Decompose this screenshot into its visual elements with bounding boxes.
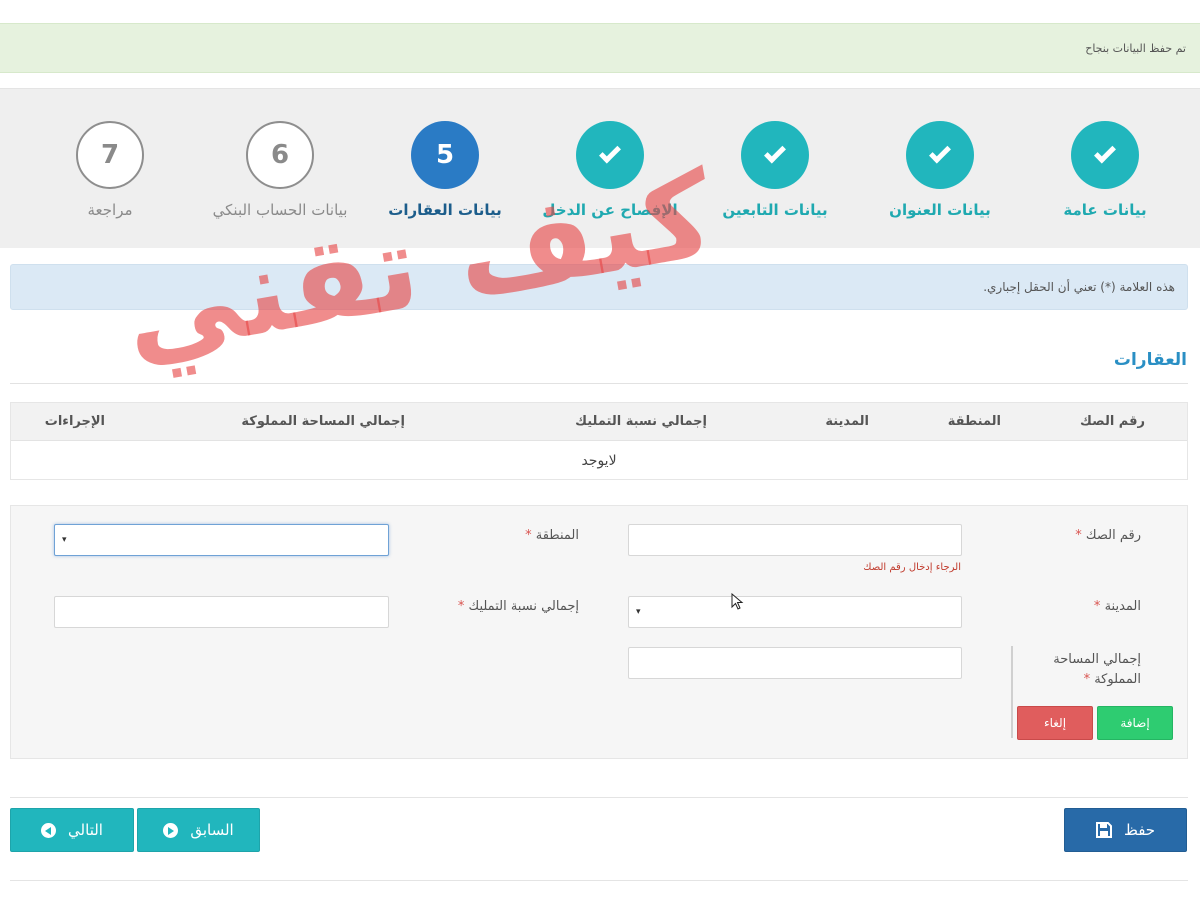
save-button-label: حفظ xyxy=(1123,821,1156,839)
step-label: بيانات الحساب البنكي xyxy=(212,201,348,219)
column-region: المنطقة xyxy=(947,414,1001,429)
owned-area-input[interactable] xyxy=(628,647,962,679)
success-alert-text: تم حفظ البيانات بنجاح xyxy=(1085,41,1186,55)
city-select[interactable]: ▾ xyxy=(628,596,962,628)
deed-number-error: الرجاء إدخال رقم الصك xyxy=(863,562,961,573)
add-button[interactable]: إضافة xyxy=(1097,706,1173,740)
dropdown-arrow-icon: ▾ xyxy=(62,535,67,545)
step-number: 7 xyxy=(76,121,144,189)
required-fields-note: هذه العلامة (*) تعني أن الحقل إجباري. xyxy=(10,264,1188,310)
dropdown-arrow-icon: ▾ xyxy=(636,607,641,617)
property-form: رقم الصك * الرجاء إدخال رقم الصك المنطقة… xyxy=(10,505,1188,759)
next-button[interactable]: التالي xyxy=(10,808,134,852)
properties-table: رقم الصك المنطقة المدينة إجمالي نسبة الت… xyxy=(10,402,1188,480)
region-label: المنطقة * xyxy=(525,528,579,543)
column-actions: الإجراءات xyxy=(44,414,105,429)
previous-button-label: السابق xyxy=(190,821,234,839)
arrow-left-icon xyxy=(41,822,57,838)
step-bank-account-data[interactable]: 6 بيانات الحساب البنكي xyxy=(195,121,365,219)
step-check-icon xyxy=(576,121,644,189)
step-label: بيانات عامة xyxy=(1063,201,1147,219)
table-empty-row: لايوجد xyxy=(581,453,617,469)
column-owned-area: إجمالي المساحة المملوكة xyxy=(241,414,405,429)
step-label: بيانات التابعين xyxy=(722,201,828,219)
section-divider xyxy=(10,383,1188,384)
step-general-data[interactable]: بيانات عامة xyxy=(1020,121,1190,219)
step-review[interactable]: 7 مراجعة xyxy=(25,121,195,219)
owned-area-label: إجمالي المساحة المملوكة * xyxy=(1053,652,1141,687)
city-label: المدينة * xyxy=(1093,599,1141,614)
ownership-ratio-label: إجمالي نسبة التمليك * xyxy=(457,599,579,614)
step-check-icon xyxy=(741,121,809,189)
step-label: مراجعة xyxy=(87,201,133,219)
region-select[interactable]: ▾ xyxy=(54,524,389,556)
step-number: 5 xyxy=(411,121,479,189)
cancel-button[interactable]: إلغاء xyxy=(1017,706,1093,740)
step-dependents-data[interactable]: بيانات التابعين xyxy=(690,121,860,219)
column-deed-number: رقم الصك xyxy=(1080,414,1145,429)
step-label: بيانات العقارات xyxy=(388,201,502,219)
footer-divider xyxy=(10,797,1188,798)
floppy-disk-icon xyxy=(1095,822,1112,838)
page-bottom-divider xyxy=(10,880,1188,881)
form-vertical-divider xyxy=(1011,646,1013,738)
step-label: الإفصاح عن الدخل xyxy=(542,201,678,219)
arrow-right-icon xyxy=(163,822,179,838)
step-check-icon xyxy=(906,121,974,189)
column-ownership-ratio: إجمالي نسبة التمليك xyxy=(575,414,707,429)
step-real-estate-data[interactable]: 5 بيانات العقارات xyxy=(360,121,530,219)
section-title: العقارات xyxy=(1113,350,1187,370)
deed-number-input[interactable] xyxy=(628,524,962,556)
next-button-label: التالي xyxy=(68,821,103,839)
required-fields-note-text: هذه العلامة (*) تعني أن الحقل إجباري. xyxy=(983,280,1175,294)
step-label: بيانات العنوان xyxy=(889,201,991,219)
step-check-icon xyxy=(1071,121,1139,189)
step-number: 6 xyxy=(246,121,314,189)
wizard-steps: بيانات عامة بيانات العنوان بيانات التابع… xyxy=(0,88,1200,248)
deed-number-label: رقم الصك * xyxy=(1075,528,1141,543)
step-address-data[interactable]: بيانات العنوان xyxy=(855,121,1025,219)
step-income-disclosure[interactable]: الإفصاح عن الدخل xyxy=(525,121,695,219)
save-button[interactable]: حفظ xyxy=(1064,808,1187,852)
ownership-ratio-input[interactable] xyxy=(54,596,389,628)
success-alert: تم حفظ البيانات بنجاح xyxy=(0,23,1200,73)
table-header: رقم الصك المنطقة المدينة إجمالي نسبة الت… xyxy=(11,403,1187,441)
previous-button[interactable]: السابق xyxy=(137,808,260,852)
column-city: المدينة xyxy=(825,414,869,429)
mouse-cursor-icon xyxy=(731,593,744,610)
